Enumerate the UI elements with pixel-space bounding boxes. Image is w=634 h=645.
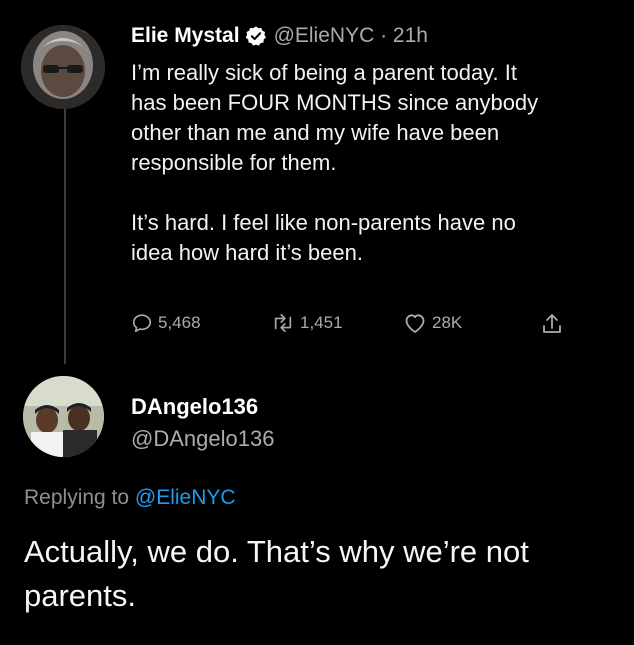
share-icon	[543, 314, 561, 333]
tweet-line: It’s hard. I feel like non-parents have …	[131, 210, 516, 235]
verified-badge-icon	[245, 26, 266, 46]
like-button[interactable]: 28K	[403, 312, 462, 334]
replying-to-label: Replying to	[24, 486, 130, 509]
tweet-header: Elie Mystal @ElieNYC · 21h	[131, 22, 631, 50]
share-button[interactable]	[541, 312, 568, 336]
tweet-line: idea how hard it’s been.	[131, 240, 363, 265]
tweet-line: I’m really sick of being a parent today.…	[131, 60, 517, 85]
like-count: 28K	[432, 313, 463, 332]
original-tweet[interactable]: Elie Mystal @ElieNYC · 21h I’m really si…	[131, 22, 631, 268]
elie-mystal-avatar[interactable]	[21, 25, 105, 109]
reply-author-handle[interactable]: @DAngelo136	[131, 424, 274, 454]
author-name[interactable]: Elie Mystal	[131, 22, 240, 50]
reply-author-name[interactable]: DAngelo136	[131, 392, 274, 422]
tweet-body: I’m really sick of being a parent today.…	[131, 58, 631, 268]
reply-icon	[132, 314, 152, 333]
tweet-line: other than me and my wife have been	[131, 120, 500, 145]
retweet-icon	[274, 313, 292, 333]
tweet-line: responsible for them.	[131, 150, 337, 175]
tweet-line: has been FOUR MONTHS since anybody	[131, 90, 539, 115]
avatar-photo-icon	[23, 376, 104, 457]
reply-author[interactable]: DAngelo136 @DAngelo136	[131, 392, 274, 454]
dangelo136-avatar[interactable]	[23, 376, 104, 457]
heart-icon	[405, 314, 425, 333]
replying-to: Replying to @ElieNYC	[24, 486, 236, 510]
retweet-count: 1,451	[300, 313, 343, 332]
thread-connector-line	[64, 106, 66, 364]
tweet-actions: 5,468 1,451 28K	[131, 312, 591, 342]
reply-button[interactable]: 5,468	[131, 312, 201, 334]
replying-to-mention[interactable]: @ElieNYC	[135, 486, 236, 509]
reply-count: 5,468	[158, 313, 201, 332]
retweet-button[interactable]: 1,451	[271, 312, 343, 334]
reply-tweet-text: Actually, we do. That’s why we’re not pa…	[24, 534, 529, 613]
avatar-photo-icon	[21, 25, 105, 109]
handle-and-time[interactable]: @ElieNYC · 21h	[274, 22, 428, 50]
